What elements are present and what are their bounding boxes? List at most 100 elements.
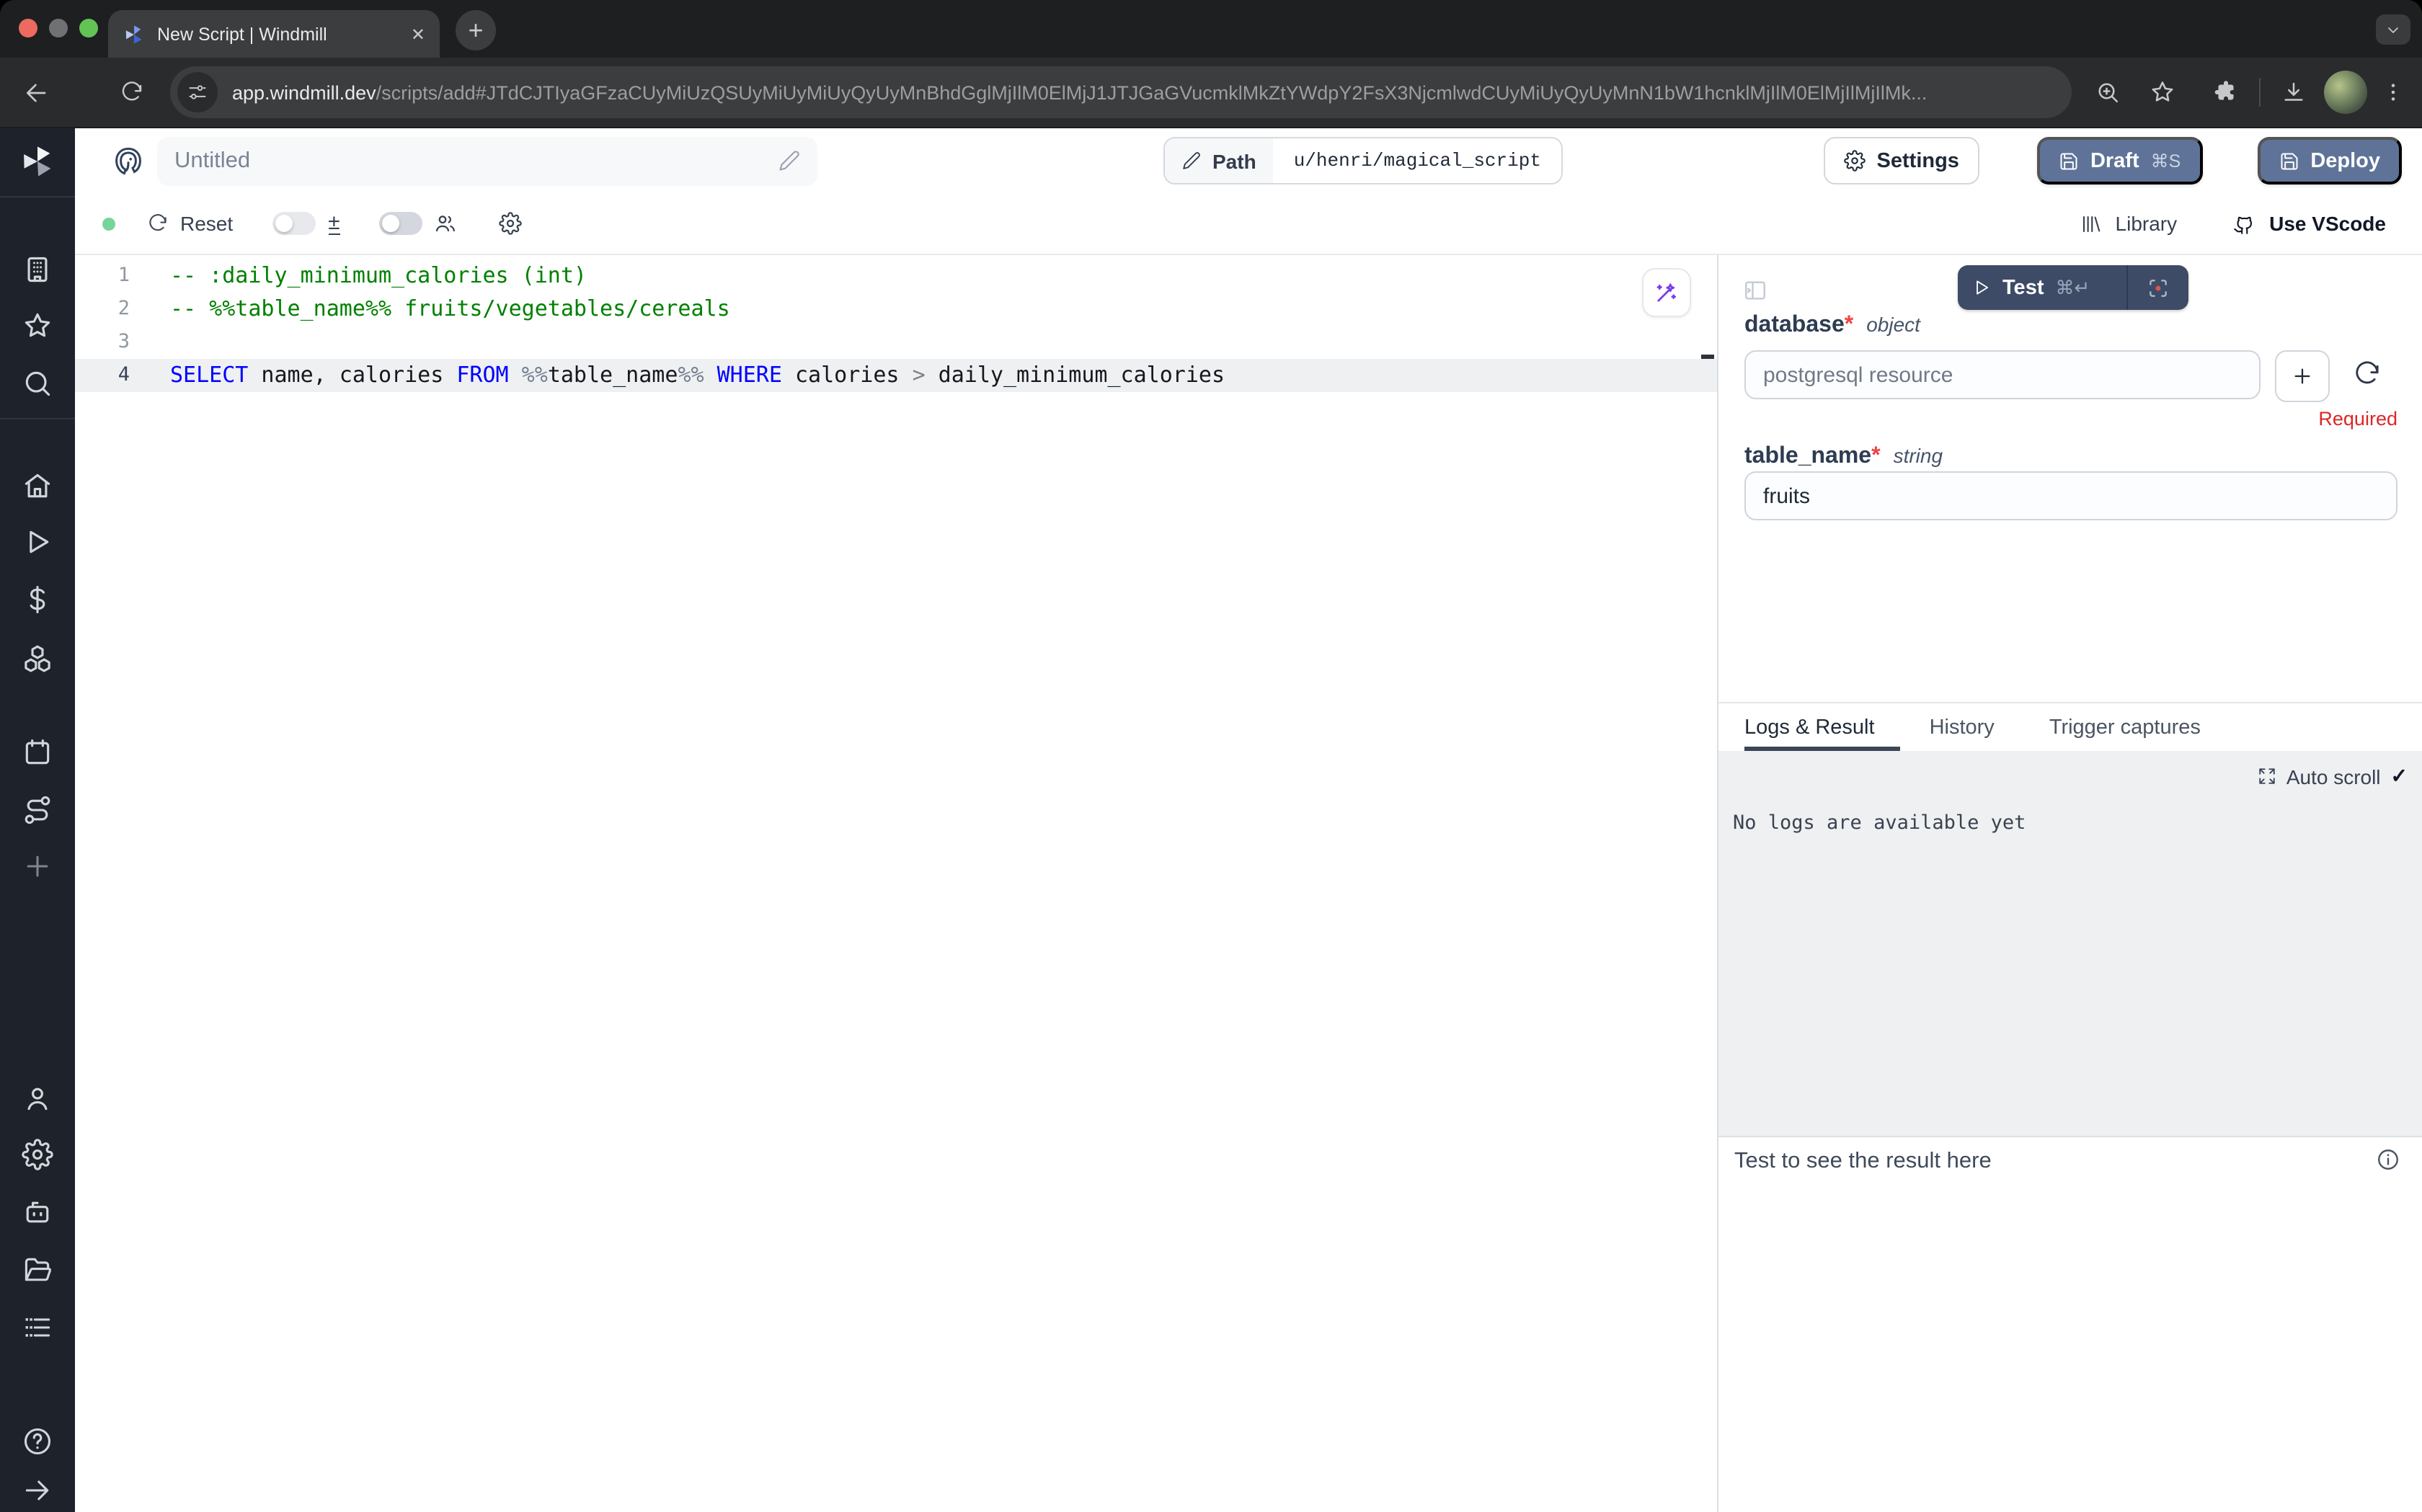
collapse-panel-icon[interactable] [1743, 278, 1767, 303]
sidebar-expand-arrow[interactable] [22, 1475, 53, 1506]
database-field-label: database* object [1744, 313, 1920, 339]
path-chip-label: Path [1165, 138, 1274, 183]
reload-button[interactable] [120, 80, 144, 104]
browser-toolbar: app.windmill.dev/scripts/add#JTdCJTIyaGF… [0, 58, 2422, 128]
diff-icon: ± [328, 211, 340, 236]
sidebar-divider [0, 196, 75, 197]
bookmark-star-icon[interactable] [2150, 79, 2175, 105]
sidebar-item-create[interactable] [22, 850, 53, 882]
table-name-input[interactable] [1744, 471, 2397, 520]
reset-icon[interactable] [147, 213, 169, 234]
github-icon [2232, 211, 2256, 236]
url-bar[interactable]: app.windmill.dev/scripts/add#JTdCJTIyaGF… [170, 66, 2072, 118]
diff-toggle[interactable] [272, 212, 315, 235]
line-number: 4 [75, 359, 130, 392]
refresh-resources-button[interactable] [2353, 360, 2382, 389]
test-shortcut: ⌘↵ [2056, 276, 2090, 299]
tab-history[interactable]: History [1930, 716, 1995, 751]
sidebar-item-users[interactable] [22, 1082, 53, 1114]
sidebar-item-favorites[interactable] [22, 310, 53, 342]
logs-area: Auto scroll ✓ No logs are available yet [1718, 751, 2422, 1136]
postgresql-icon [111, 143, 146, 178]
sidebar-item-schedules[interactable] [22, 737, 53, 768]
sidebar-item-search[interactable] [22, 368, 53, 399]
path-chip[interactable]: Path u/henri/magical_script [1163, 137, 1563, 184]
toolbar-divider [2259, 78, 2261, 107]
edit-pencil-icon [778, 150, 800, 172]
extensions-icon[interactable] [2213, 79, 2239, 105]
capture-test-button[interactable] [2128, 276, 2188, 299]
sidebar-item-help[interactable] [22, 1426, 53, 1457]
downloads-icon[interactable] [2281, 79, 2307, 105]
code-editor[interactable]: 1-- :daily_minimum_calories (int) 2-- %%… [75, 255, 1717, 1512]
tab-search-button[interactable] [2376, 14, 2410, 45]
sidebar-item-home[interactable] [22, 470, 53, 502]
sidebar-item-runs[interactable] [22, 526, 53, 558]
zoom-page-icon[interactable] [2095, 79, 2121, 105]
minimize-window-button[interactable] [49, 19, 68, 37]
tab-title: New Script | Windmill [157, 24, 411, 44]
sidebar-item-workspace[interactable] [22, 254, 53, 285]
close-window-button[interactable] [19, 19, 37, 37]
code-line-3[interactable]: 3 [75, 326, 1717, 359]
windmill-logo[interactable] [19, 143, 56, 180]
sidebar-item-variables[interactable] [22, 584, 53, 615]
auto-scroll-control[interactable]: Auto scroll ✓ [2258, 764, 2408, 788]
tab-close-icon[interactable]: ✕ [411, 24, 425, 44]
capture-frame-icon [2147, 276, 2170, 299]
result-tabs: Logs & Result History Trigger captures [1718, 702, 2422, 751]
tab-logs-result[interactable]: Logs & Result [1744, 716, 1901, 751]
expand-icon[interactable] [2258, 767, 2276, 786]
code-line-4[interactable]: 4SELECT name, calories FROM %%table_name… [75, 359, 1717, 392]
back-button[interactable] [23, 79, 50, 106]
result-area: Test to see the result here [1718, 1136, 2422, 1512]
script-summary-field[interactable] [157, 136, 817, 185]
test-label: Test [2002, 276, 2044, 299]
profile-avatar[interactable] [2324, 71, 2367, 114]
required-note: Required [1744, 408, 2397, 430]
code-line-1[interactable]: 1-- :daily_minimum_calories (int) [75, 259, 1717, 293]
tab-trigger-captures[interactable]: Trigger captures [2049, 716, 2201, 751]
database-input[interactable] [1744, 350, 2261, 399]
draft-button[interactable]: Draft ⌘S [2037, 137, 2202, 184]
code-line-2[interactable]: 2-- %%table_name%% fruits/vegetables/cer… [75, 293, 1717, 326]
collab-toggle[interactable] [379, 212, 422, 235]
summary-input[interactable] [174, 148, 778, 174]
add-resource-button[interactable] [2275, 350, 2330, 402]
sidebar-item-flows[interactable] [22, 794, 53, 826]
auto-scroll-check[interactable]: ✓ [2391, 764, 2408, 788]
draft-label: Draft [2090, 149, 2139, 172]
library-label[interactable]: Library [2116, 212, 2178, 235]
reset-label[interactable]: Reset [180, 212, 233, 235]
play-icon [1972, 278, 1991, 297]
browser-tab[interactable]: New Script | Windmill ✕ [108, 10, 440, 58]
sidebar-item-folders[interactable] [22, 1254, 53, 1286]
use-vscode-label[interactable]: Use VScode [2269, 212, 2386, 235]
path-value[interactable]: u/henri/magical_script [1274, 138, 1561, 183]
windmill-app: Path u/henri/magical_script Settings Dra… [0, 128, 2422, 1512]
site-settings-icon[interactable] [177, 72, 218, 112]
new-tab-button[interactable]: + [456, 10, 496, 50]
sidebar-item-audit-logs[interactable] [22, 1312, 53, 1343]
url-text: app.windmill.dev/scripts/add#JTdCJTIyaGF… [232, 81, 1927, 103]
ai-assistant-wand-button[interactable] [1642, 268, 1691, 317]
sidebar-item-ai[interactable] [22, 1196, 53, 1228]
gear-icon [1844, 150, 1866, 172]
test-button[interactable]: Test ⌘↵ [1958, 265, 2188, 310]
sidebar-item-settings[interactable] [22, 1139, 53, 1170]
line-number: 3 [75, 326, 130, 359]
auto-scroll-label: Auto scroll [2286, 765, 2381, 788]
collaborators-icon [434, 212, 457, 235]
library-icon [2081, 213, 2103, 234]
chevron-down-icon [2385, 21, 2402, 38]
zoom-window-button[interactable] [79, 19, 98, 37]
browser-menu-icon[interactable] [2382, 81, 2405, 104]
deploy-button[interactable]: Deploy [2257, 137, 2402, 184]
table-name-field-label: table_name* string [1744, 444, 1943, 470]
editor-settings-gear-icon[interactable] [499, 212, 522, 235]
sidebar-item-resources[interactable] [22, 643, 53, 675]
overview-ruler-mark [1701, 355, 1714, 359]
info-icon[interactable] [2376, 1147, 2400, 1172]
line-number: 1 [75, 259, 130, 293]
settings-button[interactable]: Settings [1824, 137, 1979, 184]
